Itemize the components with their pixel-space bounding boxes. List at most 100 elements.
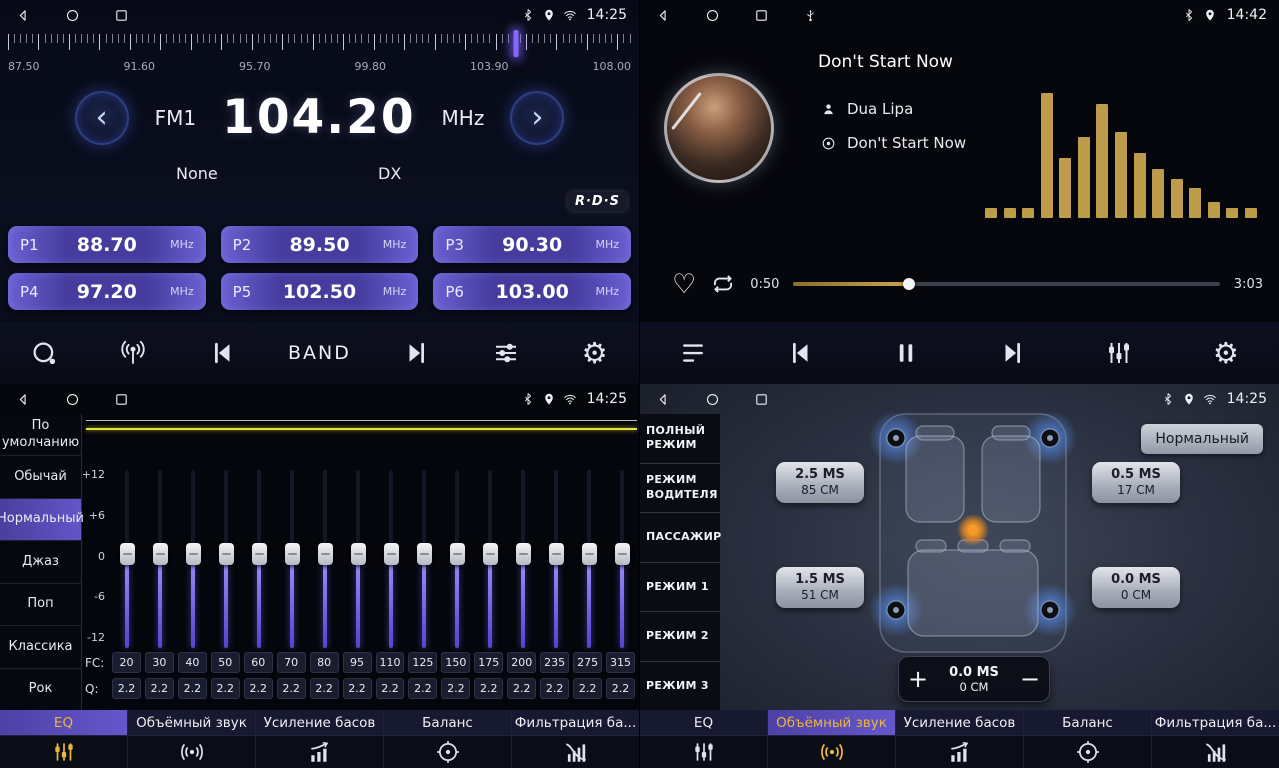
nav-recents-icon[interactable] [114, 8, 129, 23]
progress-bar[interactable] [793, 282, 1219, 286]
eq-preset-item[interactable]: Джаз [0, 541, 81, 583]
eq-slider-handle[interactable] [153, 543, 168, 565]
eq-slider-handle[interactable] [417, 543, 432, 565]
nav-home-icon[interactable] [65, 8, 80, 23]
eq-slider-handle[interactable] [516, 543, 531, 565]
surround-mode-item[interactable]: РЕЖИМ ВОДИТЕЛЯ [640, 464, 720, 514]
previous-button[interactable] [199, 330, 245, 376]
nav-recents-icon[interactable] [754, 8, 769, 23]
tab-filter[interactable]: Фильтрация ба... [1152, 710, 1279, 768]
favorite-heart-icon[interactable]: ♡ [672, 271, 696, 298]
surround-mode-item[interactable]: РЕЖИМ 2 [640, 612, 720, 662]
surround-mode-item[interactable]: РЕЖИМ 1 [640, 563, 720, 613]
eq-band-slider[interactable] [378, 470, 404, 648]
preset-button-p2[interactable]: P2 89.50 MHz [221, 226, 419, 263]
nav-back-icon[interactable] [656, 8, 671, 23]
eq-slider-handle[interactable] [120, 543, 135, 565]
surround-preset-button[interactable]: Нормальный [1141, 424, 1263, 454]
next-button[interactable] [990, 330, 1036, 376]
eq-band-slider[interactable] [609, 470, 635, 648]
nav-recents-icon[interactable] [754, 392, 769, 407]
eq-band-slider[interactable] [345, 470, 371, 648]
increase-delay-button[interactable]: + [899, 657, 937, 701]
eq-band-slider[interactable] [246, 470, 272, 648]
preset-button-p1[interactable]: P1 88.70 MHz [8, 226, 206, 263]
surround-mode-item[interactable]: ПОЛНЫЙ РЕЖИМ [640, 414, 720, 464]
nav-home-icon[interactable] [705, 8, 720, 23]
eq-slider-handle[interactable] [450, 543, 465, 565]
eq-preset-item[interactable]: Поп [0, 584, 81, 626]
settings-gear-icon[interactable]: ⚙ [571, 330, 617, 376]
eq-preset-item[interactable]: Нормальный [0, 499, 81, 541]
eq-band-slider[interactable] [114, 470, 140, 648]
tab-bass-boost[interactable]: Усиление басов [896, 710, 1024, 768]
eq-slider-handle[interactable] [186, 543, 201, 565]
progress-thumb[interactable] [903, 278, 915, 290]
eq-preset-item[interactable]: Обычай [0, 456, 81, 498]
eq-band-slider[interactable] [477, 470, 503, 648]
eq-preset-item[interactable]: По умолчанию [0, 414, 81, 456]
eq-band-slider[interactable] [444, 470, 470, 648]
eq-slider-handle[interactable] [582, 543, 597, 565]
tune-down-button[interactable]: ‹ [75, 91, 129, 145]
eq-band-slider[interactable] [510, 470, 536, 648]
tab-bass-boost[interactable]: Усиление басов [256, 710, 384, 768]
eq-slider-handle[interactable] [615, 543, 630, 565]
next-button[interactable] [394, 330, 440, 376]
eq-slider-handle[interactable] [549, 543, 564, 565]
eq-slider-handle[interactable] [219, 543, 234, 565]
tab-surround[interactable]: Объёмный звук [768, 710, 896, 768]
queue-list-icon[interactable] [670, 330, 716, 376]
tab-balance[interactable]: Баланс [1024, 710, 1152, 768]
nav-home-icon[interactable] [705, 392, 720, 407]
tab-filter[interactable]: Фильтрация ба... [512, 710, 639, 768]
nav-back-icon[interactable] [16, 392, 31, 407]
eq-slider-handle[interactable] [483, 543, 498, 565]
eq-slider-handle[interactable] [351, 543, 366, 565]
tab-eq[interactable]: EQ [0, 710, 128, 768]
preset-button-p6[interactable]: P6 103.00 MHz [433, 273, 631, 310]
eq-band-slider[interactable] [543, 470, 569, 648]
eq-preset-item[interactable]: Рок [0, 669, 81, 710]
settings-gear-icon[interactable]: ⚙ [1203, 330, 1249, 376]
delay-card-front-left[interactable]: 2.5 MS 85 CM [776, 462, 864, 503]
repeat-icon[interactable] [710, 271, 736, 297]
surround-mode-item[interactable]: ПАССАЖИР [640, 513, 720, 563]
eq-slider-handle[interactable] [384, 543, 399, 565]
eq-slider-handle[interactable] [252, 543, 267, 565]
decrease-delay-button[interactable]: − [1011, 657, 1049, 701]
band-button[interactable]: BAND [288, 342, 351, 364]
eq-band-slider[interactable] [411, 470, 437, 648]
eq-band-slider[interactable] [576, 470, 602, 648]
eq-band-slider[interactable] [213, 470, 239, 648]
frequency-ruler[interactable]: 87.50 91.60 95.70 99.80 103.90 108.00 [8, 34, 631, 73]
eq-band-slider[interactable] [180, 470, 206, 648]
mixer-faders-icon[interactable] [1096, 330, 1142, 376]
eq-band-slider[interactable] [312, 470, 338, 648]
pause-button[interactable] [883, 330, 929, 376]
antenna-icon[interactable] [110, 330, 156, 376]
eq-slider-handle[interactable] [318, 543, 333, 565]
delay-card-rear-left[interactable]: 1.5 MS 51 CM [776, 567, 864, 608]
delay-card-front-right[interactable]: 0.5 MS 17 CM [1092, 462, 1180, 503]
nav-home-icon[interactable] [65, 392, 80, 407]
eq-band-slider[interactable] [279, 470, 305, 648]
tab-surround[interactable]: Объёмный звук [128, 710, 256, 768]
surround-mode-item[interactable]: РЕЖИМ 3 [640, 662, 720, 711]
preset-button-p3[interactable]: P3 90.30 MHz [433, 226, 631, 263]
eq-preset-item[interactable]: Классика [0, 626, 81, 668]
tab-eq[interactable]: EQ [640, 710, 768, 768]
preset-button-p5[interactable]: P5 102.50 MHz [221, 273, 419, 310]
nav-back-icon[interactable] [656, 392, 671, 407]
audio-settings-button[interactable] [483, 330, 529, 376]
preset-button-p4[interactable]: P4 97.20 MHz [8, 273, 206, 310]
eq-slider-handle[interactable] [285, 543, 300, 565]
previous-button[interactable] [777, 330, 823, 376]
delay-card-rear-right[interactable]: 0.0 MS 0 CM [1092, 567, 1180, 608]
scan-button[interactable] [21, 330, 67, 376]
nav-recents-icon[interactable] [114, 392, 129, 407]
tune-up-button[interactable]: › [510, 91, 564, 145]
eq-band-slider[interactable] [147, 470, 173, 648]
tab-balance[interactable]: Баланс [384, 710, 512, 768]
nav-back-icon[interactable] [16, 8, 31, 23]
